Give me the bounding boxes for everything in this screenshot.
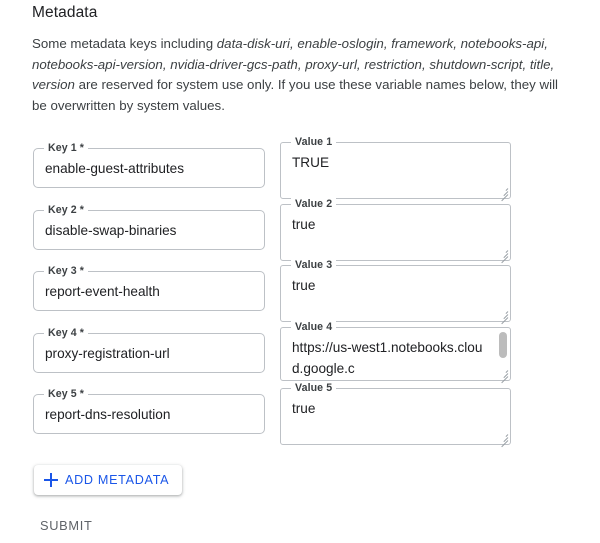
value-field-3-label: Value 3 [291, 259, 337, 271]
metadata-description: Some metadata keys including data-disk-u… [32, 34, 562, 116]
key-field-3-value: report-event-health [45, 284, 160, 299]
resize-handle-icon[interactable] [498, 368, 509, 384]
value-field-5-value: true [292, 401, 316, 416]
key-field-2-label: Key 2 * [44, 204, 89, 216]
plus-icon [44, 473, 58, 487]
description-suffix: are reserved for system use only. If you… [32, 77, 558, 113]
add-metadata-button[interactable]: ADD METADATA [34, 465, 183, 495]
value-field-3-value: true [292, 278, 316, 293]
value-field-4-value: https://us-west1.notebooks.cloud.google.… [292, 340, 483, 376]
value-field-5-label: Value 5 [291, 382, 337, 394]
value-field-3[interactable]: Value 3 true [280, 259, 511, 325]
value-field-4-label: Value 4 [291, 321, 337, 333]
value-field-2[interactable]: Value 2 true [280, 198, 511, 264]
metadata-form-page: Metadata Some metadata keys including da… [0, 0, 600, 543]
key-field-4[interactable]: Key 4 * proxy-registration-url [33, 327, 265, 373]
key-field-1-value: enable-guest-attributes [45, 161, 185, 176]
key-field-1[interactable]: Key 1 * enable-guest-attributes [33, 142, 265, 188]
resize-handle-icon[interactable] [498, 309, 509, 325]
value-field-1-value: TRUE [292, 155, 330, 170]
key-field-3[interactable]: Key 3 * report-event-health [33, 265, 265, 311]
value-field-2-value: true [292, 217, 316, 232]
description-prefix: Some metadata keys including [32, 36, 217, 51]
key-field-5-label: Key 5 * [44, 388, 89, 400]
key-field-2[interactable]: Key 2 * disable-swap-binaries [33, 204, 265, 250]
value-field-1[interactable]: Value 1 TRUE [280, 136, 511, 202]
key-field-5[interactable]: Key 5 * report-dns-resolution [33, 388, 265, 434]
scrollbar-thumb[interactable] [499, 332, 507, 358]
key-field-5-value: report-dns-resolution [45, 407, 171, 422]
value-field-2-label: Value 2 [291, 198, 337, 210]
resize-handle-icon[interactable] [498, 186, 509, 202]
value-field-4[interactable]: Value 4 https://us-west1.notebooks.cloud… [280, 321, 511, 384]
metadata-rows: Key 1 * enable-guest-attributes Value 1 … [0, 136, 600, 457]
value-field-5[interactable]: Value 5 true [280, 382, 511, 448]
value-field-1-label: Value 1 [291, 136, 337, 148]
resize-handle-icon[interactable] [498, 432, 509, 448]
resize-handle-icon[interactable] [498, 248, 509, 264]
page-title: Metadata [32, 4, 98, 21]
key-field-4-value: proxy-registration-url [45, 346, 170, 361]
add-metadata-label: ADD METADATA [65, 473, 170, 487]
submit-button[interactable]: SUBMIT [40, 518, 93, 533]
key-field-2-value: disable-swap-binaries [45, 223, 177, 238]
key-field-4-label: Key 4 * [44, 327, 89, 339]
key-field-1-label: Key 1 * [44, 142, 89, 154]
key-field-3-label: Key 3 * [44, 265, 89, 277]
